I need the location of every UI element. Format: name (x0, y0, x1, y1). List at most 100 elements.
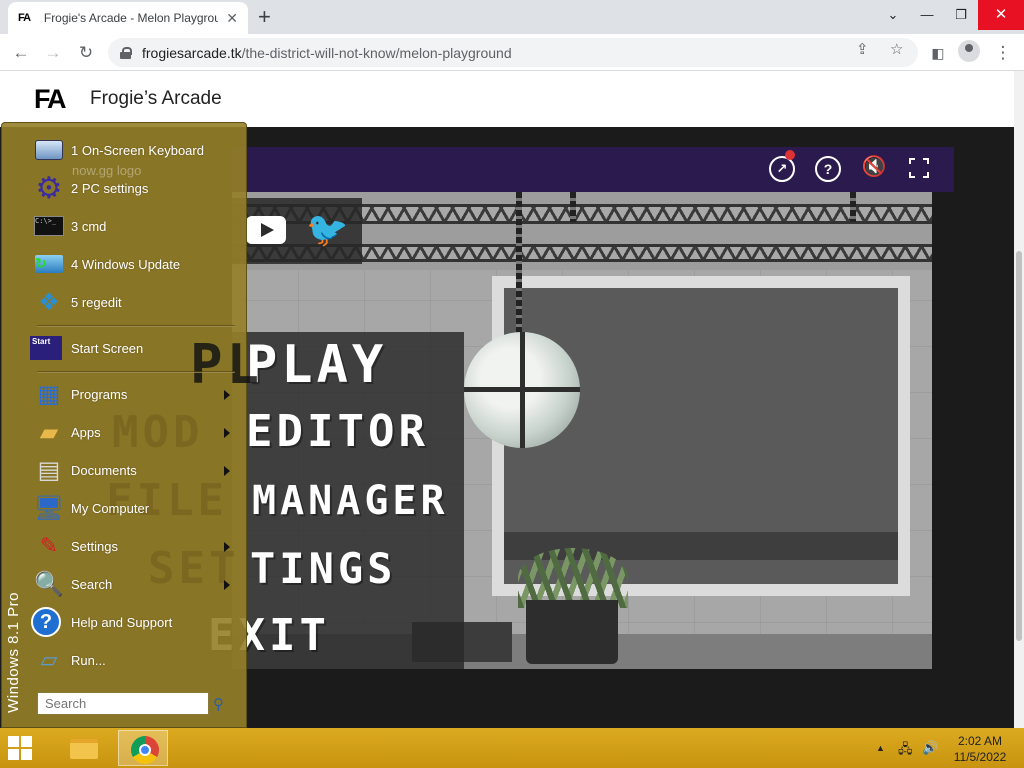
help-icon: ? (31, 606, 65, 638)
forward-icon[interactable]: → (40, 40, 66, 66)
mute-icon[interactable]: 🔇 (861, 156, 887, 182)
menu-item-documents[interactable]: ▤ Documents (33, 453, 238, 487)
site-logo[interactable]: FA (34, 84, 66, 115)
menu-item-label: Search (71, 576, 113, 592)
submenu-arrow-icon (224, 466, 230, 476)
menu-separator (37, 325, 235, 327)
taskbar-chrome[interactable] (118, 730, 168, 766)
profile-icon[interactable] (958, 40, 980, 62)
plant-leaves (518, 548, 628, 608)
back-icon[interactable]: ← (8, 40, 34, 66)
chart-icon[interactable]: ↗ (769, 156, 795, 182)
menu-item-apps[interactable]: ▰ Apps (33, 415, 238, 449)
menu-item-label: Run... (71, 652, 106, 668)
sidepanel-icon[interactable]: ◧ (925, 40, 951, 66)
programs-icon: ▦ (37, 380, 61, 408)
notification-dot (785, 150, 795, 160)
tab-search-button[interactable]: ⌄ (876, 0, 910, 30)
menu-item-search[interactable]: 🔍 Search (33, 567, 238, 601)
fullscreen-icon[interactable] (909, 158, 929, 178)
start-menu-search-box[interactable] (37, 692, 209, 715)
lock-icon[interactable] (120, 46, 132, 59)
url-text[interactable]: frogiesarcade.tk/the-district-will-not-k… (142, 45, 512, 61)
regedit-icon: ❖ (38, 288, 60, 316)
social-links: 🐦 (232, 198, 362, 264)
browser-toolbar: ← → ↻ frogiesarcade.tk/the-district-will… (0, 34, 1024, 71)
network-icon[interactable]: 🖧 (898, 740, 913, 762)
tab-close-icon[interactable]: ✕ (226, 10, 238, 27)
cmd-icon-text: C:\>_ (34, 216, 64, 236)
start-menu: Windows 8.1 Pro PL MOD FILE SET now.gg l… (1, 122, 259, 728)
url-path: /the-district-will-not-know/melon-playgr… (241, 44, 512, 61)
menu-item-programs[interactable]: ▦ Programs (33, 377, 238, 411)
menu-item-label: Programs (71, 386, 128, 402)
windows-start-icon[interactable] (8, 736, 32, 760)
url-host: frogiesarcade.tk (142, 44, 242, 61)
menu-item-label: My Computer (71, 500, 150, 516)
menu-item-label: Documents (71, 462, 137, 478)
search-input[interactable] (38, 693, 208, 714)
chrome-icon (131, 736, 159, 764)
tab-title: Frogie's Arcade - Melon Playground (43, 11, 219, 25)
editor-button[interactable]: EDITOR (246, 406, 429, 457)
documents-icon: ▤ (37, 456, 61, 484)
new-tab-button[interactable]: + (258, 4, 271, 30)
play-button[interactable]: PLAY (246, 335, 387, 395)
browser-tab[interactable]: FA Frogie's Arcade - Melon Playground ✕ (8, 2, 248, 34)
window-controls: ⌄ — ❐ ✕ (876, 0, 1024, 30)
tab-strip: FA Frogie's Arcade - Melon Playground ✕ … (0, 0, 1024, 34)
menu-icon[interactable]: ⋮ (990, 40, 1016, 66)
menu-item-label: Settings (71, 538, 118, 554)
chain (570, 192, 576, 222)
help-icon[interactable]: ? (815, 156, 841, 182)
youtube-icon[interactable] (246, 216, 286, 244)
computer-icon: 🖥 (33, 494, 65, 522)
search-icon: 🔍 (34, 570, 64, 598)
close-window-button[interactable]: ✕ (978, 0, 1024, 30)
menu-item-label: 3 cmd (71, 218, 107, 234)
plant-pot (526, 600, 618, 664)
menu-item-help-and-support[interactable]: ? Help and Support (31, 605, 238, 639)
menu-item-run[interactable]: ▱ Run... (33, 643, 238, 677)
menu-item-label: 1 On-Screen Keyboard (71, 142, 204, 158)
chain (850, 192, 856, 222)
page-scrollbar[interactable] (1014, 71, 1024, 728)
game-topbar: ↗ ? 🔇 (232, 147, 954, 192)
share-icon[interactable]: ⇪ (856, 40, 869, 58)
taskbar-file-explorer[interactable] (56, 730, 106, 766)
cmd-icon: C:\>_ (33, 210, 65, 242)
submenu-arrow-icon (224, 542, 230, 552)
show-hidden-icons-icon[interactable]: ▲ (876, 743, 885, 753)
menu-item-pc-settings[interactable]: ⚙ 2 PC settings (33, 171, 238, 205)
menu-item-label: 2 PC settings (71, 180, 149, 196)
volume-icon[interactable]: 🔊 (922, 740, 938, 756)
menu-item-windows-update[interactable]: ↻ 4 Windows Update (33, 247, 238, 281)
menu-item-on-screen-keyboard[interactable]: 1 On-Screen Keyboard (33, 133, 238, 167)
menu-separator (37, 371, 235, 373)
menu-item-settings[interactable]: ✎ Settings (33, 529, 238, 563)
address-bar[interactable]: frogiesarcade.tk/the-district-will-not-k… (108, 38, 918, 67)
menu-item-regedit[interactable]: ❖ 5 regedit (33, 285, 238, 319)
menu-item-cmd[interactable]: C:\>_ 3 cmd (33, 209, 238, 243)
manager-button[interactable]: MANAGER (252, 478, 449, 524)
clock-date: 11/5/2022 (953, 750, 1007, 764)
windows-edition-label: Windows 8.1 Pro (5, 592, 22, 713)
settings-button[interactable]: TINGS (250, 544, 396, 593)
restore-button[interactable]: ❐ (944, 0, 978, 30)
menu-item-my-computer[interactable]: 🖥 My Computer (33, 491, 238, 525)
start-icon-text: Start (30, 336, 62, 360)
menu-item-label: Apps (71, 424, 101, 440)
minimize-button[interactable]: — (910, 0, 944, 30)
windows-update-icon: ↻ (33, 248, 65, 280)
star-icon[interactable]: ☆ (890, 40, 903, 58)
scrollbar-thumb[interactable] (1016, 251, 1022, 641)
site-name[interactable]: Frogie’s Arcade (90, 88, 222, 110)
taskbar: ▲ 🖧 🔊 2:02 AM 11/5/2022 (0, 728, 1024, 768)
reload-icon[interactable]: ↻ (73, 40, 99, 66)
menu-item-label: Start Screen (71, 340, 144, 356)
hanging-lamp (464, 332, 580, 448)
menu-item-start-screen[interactable]: Start Start Screen (30, 331, 238, 365)
system-clock[interactable]: 2:02 AM 11/5/2022 (948, 733, 1012, 765)
search-go-icon[interactable]: ⚲ (213, 695, 224, 713)
twitter-icon[interactable]: 🐦 (306, 210, 348, 250)
